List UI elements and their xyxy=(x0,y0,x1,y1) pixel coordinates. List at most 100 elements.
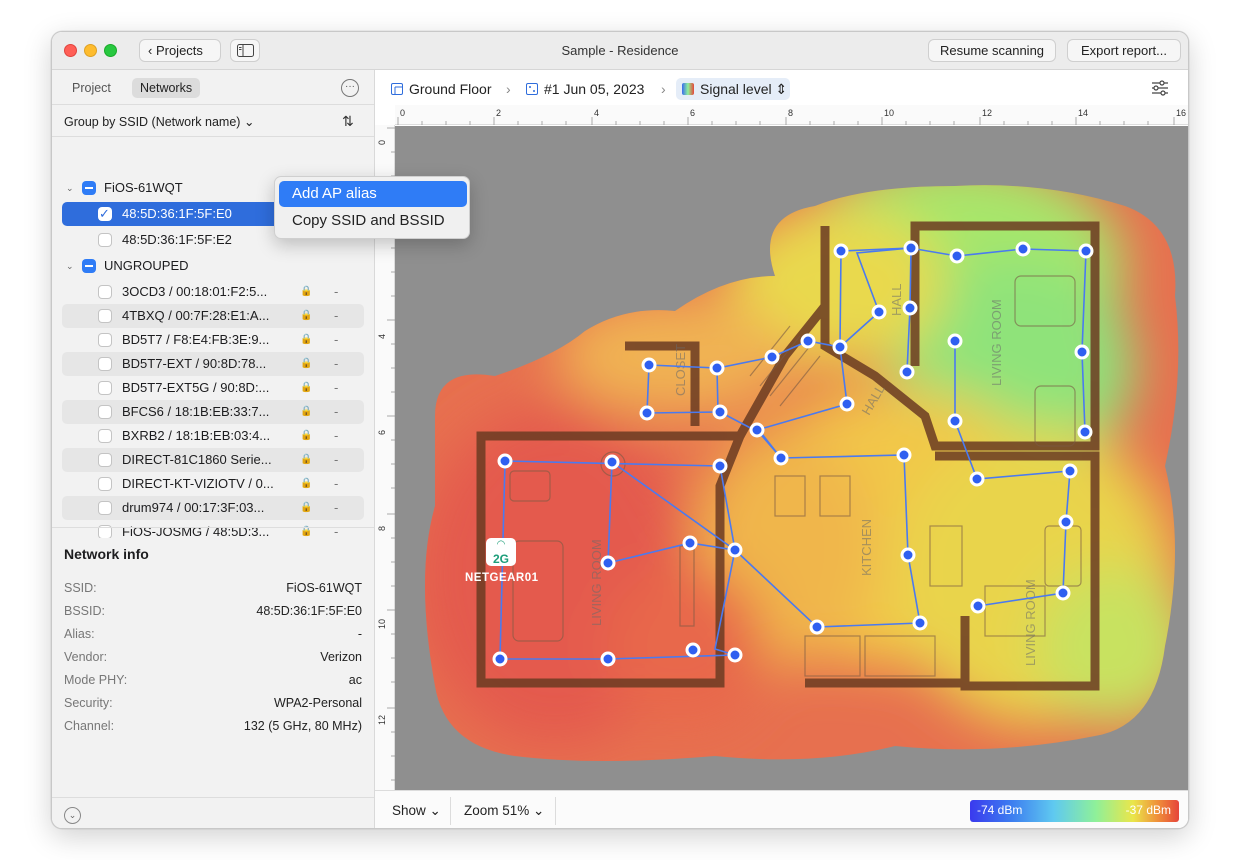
ap-name: NETGEAR01 xyxy=(465,572,539,584)
breadcrumb-survey[interactable]: #1 Jun 05, 2023 xyxy=(544,81,644,97)
network-checkbox[interactable] xyxy=(98,453,112,467)
lock-icon: 🔒 xyxy=(300,382,313,393)
network-row[interactable]: FiOS-JOSMG / 48:5D:3... 🔒 - xyxy=(62,520,364,538)
ruler-label: 6 xyxy=(690,108,696,118)
divider xyxy=(52,527,374,528)
sort-icon[interactable]: ⇅ xyxy=(342,113,354,130)
heatmap-canvas[interactable]: LIVING ROOM KITCHEN LIVING ROOM LIVING R… xyxy=(395,126,1188,790)
network-checkbox[interactable] xyxy=(98,333,112,347)
group-row-ungrouped[interactable]: ⌄ UNGROUPED xyxy=(62,254,364,278)
network-checkbox[interactable] xyxy=(98,477,112,491)
signal-value: - xyxy=(334,332,339,347)
network-row[interactable]: DIRECT-KT-VIZIOTV / 0... 🔒 - xyxy=(62,472,364,496)
ruler-label: 4 xyxy=(594,108,600,118)
wifi-icon: ◠ xyxy=(497,539,505,550)
ruler-label: 8 xyxy=(788,108,794,118)
network-label: BD5T7 / F8:E4:FB:3E:9... xyxy=(122,332,270,347)
lock-icon: 🔒 xyxy=(300,502,313,513)
breadcrumb-signal-level[interactable]: Signal level ⇕ xyxy=(700,81,787,98)
chevron-down-icon: ⌄ xyxy=(529,803,545,818)
network-row[interactable]: BD5T7-EXT5G / 90:8D:... 🔒 - xyxy=(62,376,364,400)
app-window: ‹ Projects Sample - Residence Resume sca… xyxy=(51,31,1189,829)
network-row[interactable]: BD5T7-EXT / 90:8D:78... 🔒 - xyxy=(62,352,364,376)
chevron-down-icon[interactable]: ⌄ xyxy=(66,176,74,200)
signal-value: - xyxy=(334,452,339,467)
bottom-toolbar: Show ⌄ Zoom 51% ⌄ -74 dBm -37 dBm xyxy=(375,790,1188,828)
menu-item-copy-ssid-bssid[interactable]: Copy SSID and BSSID xyxy=(279,208,467,234)
show-dropdown[interactable]: Show ⌄ xyxy=(392,803,441,819)
network-row[interactable]: BFCS6 / 18:1B:EB:33:7... 🔒 - xyxy=(62,400,364,424)
more-options-icon[interactable]: ··· xyxy=(341,79,359,97)
info-key: Security: xyxy=(64,696,113,710)
updown-chevron-icon: ⇕ xyxy=(771,81,788,97)
ap-band: 2G xyxy=(492,552,509,566)
group-checkbox[interactable] xyxy=(82,181,96,195)
signal-value: - xyxy=(334,308,339,323)
signal-legend: -74 dBm -37 dBm xyxy=(970,800,1179,822)
export-report-button[interactable]: Export report... xyxy=(1067,39,1181,62)
group-by-select[interactable]: Group by SSID (Network name) ⌄ xyxy=(64,114,254,129)
network-row[interactable]: 4TBXQ / 00:7F:28:E1:A... 🔒 - xyxy=(62,304,364,328)
network-row[interactable]: BXRB2 / 18:1B:EB:03:4... 🔒 - xyxy=(62,424,364,448)
group-label: FiOS-61WQT xyxy=(104,180,183,195)
network-label: BD5T7-EXT5G / 90:8D:... xyxy=(122,380,270,395)
network-checkbox[interactable] xyxy=(98,381,112,395)
access-point-marker[interactable]: ◠ 2G xyxy=(486,538,516,566)
show-label: Show xyxy=(392,803,426,818)
network-checkbox[interactable] xyxy=(98,202,112,226)
divider xyxy=(52,104,374,105)
ruler-label: 2 xyxy=(496,108,502,118)
info-value: 132 (5 GHz, 80 MHz) xyxy=(243,719,362,733)
network-label: BXRB2 / 18:1B:EB:03:4... xyxy=(122,428,271,443)
chevron-down-icon: ⌄ xyxy=(243,115,255,129)
filter-settings-icon[interactable] xyxy=(1150,80,1170,96)
network-label: BD5T7-EXT / 90:8D:78... xyxy=(122,356,267,371)
room-label: LIVING ROOM xyxy=(589,539,604,626)
tab-project[interactable]: Project xyxy=(64,78,119,98)
chevron-down-icon[interactable]: ⌄ xyxy=(66,254,74,278)
network-label: 3OCD3 / 00:18:01:F2:5... xyxy=(122,284,268,299)
info-value: 48:5D:36:1F:5F:E0 xyxy=(256,604,362,618)
zoom-dropdown[interactable]: Zoom 51% ⌄ xyxy=(464,803,544,819)
breadcrumb-ground-floor[interactable]: Ground Floor xyxy=(409,81,491,97)
network-checkbox[interactable] xyxy=(98,309,112,323)
network-row[interactable]: BD5T7 / F8:E4:FB:3E:9... 🔒 - xyxy=(62,328,364,352)
divider xyxy=(52,136,374,137)
signal-value: - xyxy=(334,500,339,515)
network-row[interactable]: DIRECT-81C1860 Serie... 🔒 - xyxy=(62,448,364,472)
tab-networks[interactable]: Networks xyxy=(132,78,201,98)
heatmap-icon xyxy=(682,83,694,95)
ruler-label: 16 xyxy=(1176,108,1187,118)
network-info-title: Network info xyxy=(64,546,149,562)
network-row[interactable]: drum974 / 00:17:3F:03... 🔒 - xyxy=(62,496,364,520)
main-area: Ground Floor › #1 Jun 05, 2023 › Signal … xyxy=(375,70,1188,828)
signal-value: - xyxy=(334,356,339,371)
divider xyxy=(52,797,374,798)
room-label: LIVING ROOM xyxy=(989,299,1004,386)
network-label: BFCS6 / 18:1B:EB:33:7... xyxy=(122,404,270,419)
network-label: DIRECT-81C1860 Serie... xyxy=(122,452,272,467)
ruler-label: 4 xyxy=(377,333,387,339)
room-label: CLOSET xyxy=(673,344,688,396)
network-checkbox[interactable] xyxy=(98,501,112,515)
room-label: LIVING ROOM xyxy=(1023,579,1038,666)
network-checkbox[interactable] xyxy=(98,233,112,247)
resume-scanning-button[interactable]: Resume scanning xyxy=(928,39,1056,62)
info-key: Vendor: xyxy=(64,650,108,664)
lock-icon: 🔒 xyxy=(300,334,313,345)
group-checkbox[interactable] xyxy=(82,259,96,273)
network-row[interactable]: 3OCD3 / 00:18:01:F2:5... 🔒 - xyxy=(62,280,364,304)
info-value: ac xyxy=(348,673,362,687)
zoom-label: Zoom 51% xyxy=(464,803,530,818)
network-checkbox[interactable] xyxy=(98,405,112,419)
lock-icon: 🔒 xyxy=(300,478,313,489)
network-checkbox[interactable] xyxy=(98,429,112,443)
group-label: UNGROUPED xyxy=(104,258,189,273)
ruler-label: 10 xyxy=(884,108,895,118)
info-key: SSID: xyxy=(64,581,97,595)
network-checkbox[interactable] xyxy=(98,285,112,299)
chevron-down-circle-icon[interactable]: ⌄ xyxy=(64,807,81,824)
network-checkbox[interactable] xyxy=(98,357,112,371)
ruler-label: 0 xyxy=(400,108,406,118)
menu-item-add-ap-alias[interactable]: Add AP alias xyxy=(279,181,467,207)
